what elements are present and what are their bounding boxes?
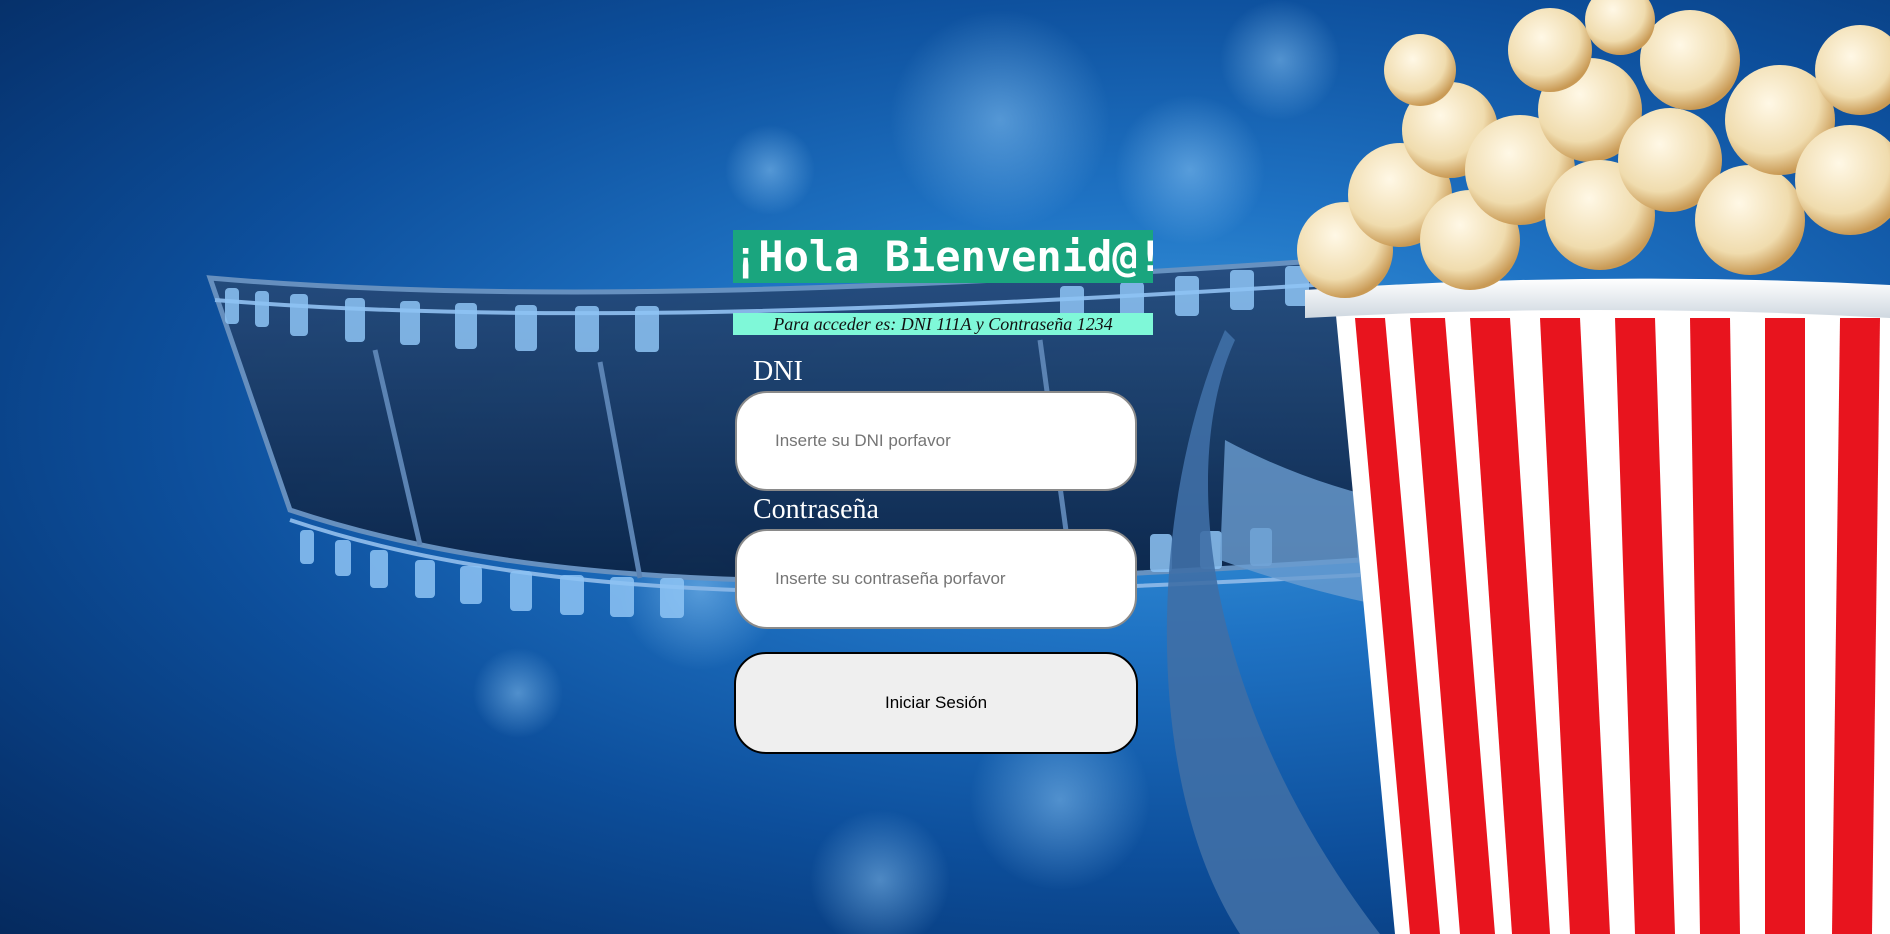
password-input[interactable] — [735, 529, 1137, 629]
credentials-hint: Para acceder es: DNI 111A y Contraseña 1… — [733, 313, 1153, 335]
popcorn-bucket-icon — [1297, 0, 1890, 934]
welcome-title: ¡Hola Bienvenid@! — [733, 230, 1153, 283]
password-label: Contraseña — [753, 494, 879, 525]
dni-input[interactable] — [735, 391, 1137, 491]
login-button[interactable]: Iniciar Sesión — [734, 652, 1138, 754]
dni-label: DNI — [753, 356, 803, 387]
